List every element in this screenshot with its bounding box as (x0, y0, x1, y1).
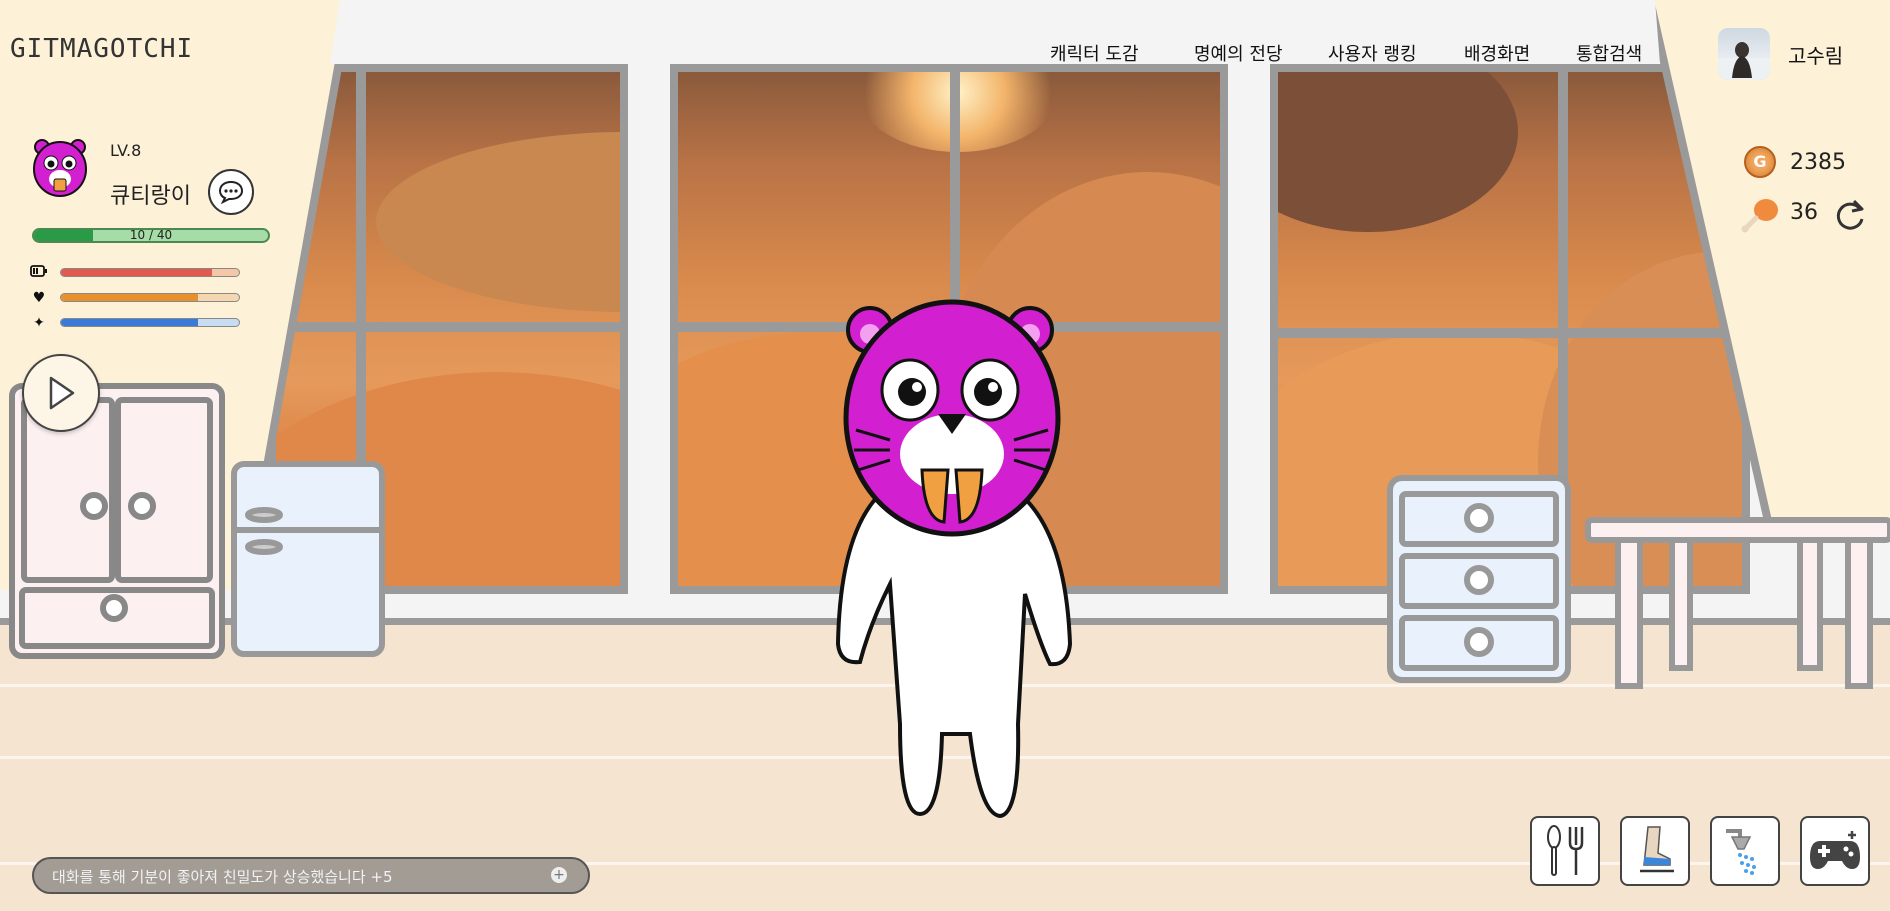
user-name[interactable]: 고수림 (1788, 40, 1843, 69)
xp-text: 10 / 40 (129, 228, 173, 242)
heart-icon: ♥ (32, 290, 46, 306)
affection-bar-fill (61, 294, 199, 301)
walk-button[interactable] (1620, 816, 1690, 886)
cleanliness-bar (60, 318, 240, 327)
fridge (231, 461, 385, 657)
sparkle-icon: ✦ (33, 315, 45, 331)
nav-search[interactable]: 통합검색 (1576, 40, 1642, 66)
food-count: 36 (1790, 200, 1818, 225)
shower-button[interactable] (1710, 816, 1780, 886)
speech-bubble-icon (218, 180, 244, 204)
play-button[interactable] (22, 354, 100, 432)
game-button[interactable] (1800, 816, 1870, 886)
affection-bar (60, 293, 240, 302)
plus-icon[interactable]: + (551, 867, 567, 883)
coin-count: 2385 (1790, 150, 1846, 175)
app-logo[interactable]: GITMAGOTCHI (10, 34, 193, 64)
cleanliness-bar-fill (61, 319, 199, 326)
nav-character-book[interactable]: 캐릭터 도감 (1050, 40, 1139, 66)
coin-icon: G (1744, 146, 1776, 178)
table (1585, 517, 1890, 689)
drawer-cabinet (1387, 475, 1571, 683)
nav-user-ranking[interactable]: 사용자 랭킹 (1328, 40, 1417, 66)
nav-hall-of-fame[interactable]: 명예의 전당 (1194, 40, 1283, 66)
pet-character[interactable] (820, 294, 1080, 824)
user-avatar[interactable] (1718, 28, 1770, 80)
play-icon (49, 376, 75, 410)
spoon-fork-icon (1547, 825, 1584, 876)
refresh-icon (1836, 199, 1864, 230)
feed-button[interactable] (1530, 816, 1600, 886)
gamepad-icon (1810, 831, 1860, 869)
refresh-button[interactable] (1832, 197, 1868, 241)
user-avatar-photo (1718, 42, 1770, 80)
character-name: 큐티랑이 (110, 184, 191, 209)
battery-icon (30, 264, 48, 282)
drumstick-icon (1740, 196, 1780, 244)
skate-icon (1640, 826, 1674, 873)
energy-bar (60, 268, 240, 277)
nav-background[interactable]: 배경화면 (1464, 40, 1530, 66)
character-avatar (33, 139, 87, 197)
shower-icon (1726, 829, 1756, 875)
message-text: 대화를 통해 기분이 좋아져 친밀도가 상승했습니다 +5 (52, 868, 393, 886)
chat-button[interactable] (208, 169, 254, 215)
energy-bar-fill (61, 269, 213, 276)
pet-head (843, 299, 1061, 537)
character-level: LV.8 (110, 141, 142, 160)
